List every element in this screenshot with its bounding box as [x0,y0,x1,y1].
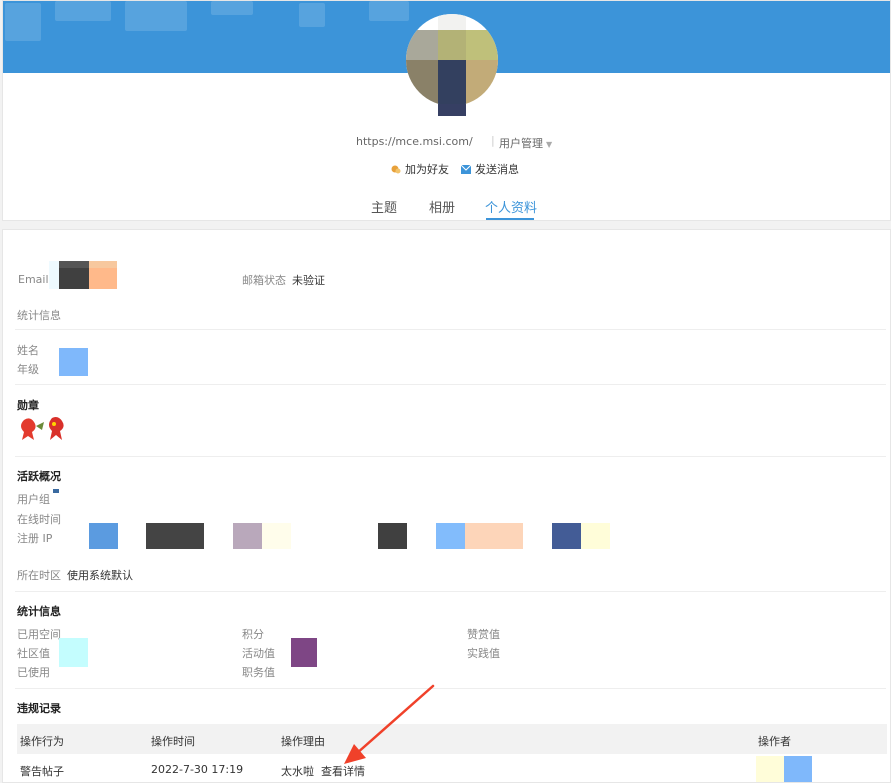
points-label: 积分 [242,628,264,641]
banner-decoration [5,3,41,41]
redacted-block [89,261,117,268]
add-friend-icon [391,165,401,173]
redacted-block [552,523,581,549]
send-message-label: 发送消息 [475,163,519,176]
th-reason: 操作理由 [281,735,325,748]
stats-label: 统计信息 [17,309,61,322]
banner-decoration [125,1,187,31]
online-time-label: 在线时间 [17,513,61,526]
active-tab-indicator [486,218,534,220]
redacted-block [59,638,88,667]
redacted-block [465,523,523,549]
violations-table-header: 操作行为 操作时间 操作理由 操作者 [17,724,887,754]
statistics-title: 统计信息 [17,605,61,618]
separator: | [491,134,495,147]
medal-icons[interactable] [18,416,70,444]
th-action: 操作行为 [20,735,64,748]
banner-decoration [299,3,325,27]
violations-title: 违规记录 [17,702,61,715]
redacted-block [53,489,59,493]
tab-profile[interactable]: 个人资料 [485,197,537,216]
redacted-block [581,523,610,549]
user-group-label: 用户组 [17,493,50,506]
user-management-label: 用户管理 [499,137,543,150]
th-time: 操作时间 [151,735,195,748]
violation-time: 2022-7-30 17:19 [151,763,244,776]
name-label: 姓名 [17,344,39,357]
banner-decoration [211,1,253,15]
avatar[interactable] [406,14,498,116]
email-label: Email [18,273,49,286]
register-ip-label: 注册 IP [17,532,53,545]
redacted-block [436,523,465,549]
redacted-block [291,638,317,667]
view-details-link[interactable]: 查看详情 [321,763,365,779]
duty-value-label: 职务值 [242,666,275,679]
envelope-icon [461,164,471,174]
redacted-block [59,261,89,268]
user-management-dropdown[interactable]: 用户管理 ▼ [499,135,552,151]
banner-decoration [369,1,409,21]
avatar-image [406,14,498,106]
grade-label: 年级 [17,363,39,376]
send-message-button[interactable]: 发送消息 [461,161,519,177]
activity-value-label: 活动值 [242,647,275,660]
banner-decoration [55,1,111,21]
add-friend-label: 加为好友 [405,163,449,176]
redacted-block [89,268,117,289]
section-divider [15,688,886,689]
appreciation-value-label: 赞赏值 [467,628,500,641]
community-value-label: 社区值 [17,647,50,660]
email-status-label: 邮箱状态 [242,274,286,287]
section-divider [15,591,886,592]
redacted-block [89,523,118,549]
redacted-block [378,523,407,549]
tab-album[interactable]: 相册 [429,197,455,216]
redacted-block [233,523,262,549]
section-divider [15,329,886,330]
section-divider [15,384,886,385]
timezone-label: 所在时区 [17,569,61,582]
violation-action: 警告帖子 [20,765,64,778]
redacted-block [146,523,204,549]
used-label: 已使用 [17,666,50,679]
tab-topics[interactable]: 主题 [371,197,397,216]
medals-title: 勋章 [17,399,39,412]
redacted-block [262,523,291,549]
email-status-value: 未验证 [292,274,325,287]
profile-header: https://mce.msi.com/ | 用户管理 ▼ 加为好友 发送消息 主… [2,0,891,221]
timezone-value: 使用系统默认 [67,569,133,582]
th-operator: 操作者 [758,735,791,748]
redacted-block [756,756,784,782]
activity-title: 活跃概况 [17,470,61,483]
redacted-block [49,261,59,289]
redacted-block [784,756,812,782]
redacted-block [59,268,89,289]
used-space-label: 已用空间 [17,628,61,641]
practice-value-label: 实践值 [467,647,500,660]
violation-reason: 太水啦 [281,765,314,778]
profile-details: Email 邮箱状态 未验证 统计信息 姓名 年级 勋章 活跃概况 用户组 在线… [2,229,891,783]
chevron-down-icon: ▼ [546,140,553,149]
redacted-block [59,348,88,376]
profile-url[interactable]: https://mce.msi.com/ [356,135,473,148]
section-divider [15,456,886,457]
add-friend-button[interactable]: 加为好友 [391,161,449,177]
